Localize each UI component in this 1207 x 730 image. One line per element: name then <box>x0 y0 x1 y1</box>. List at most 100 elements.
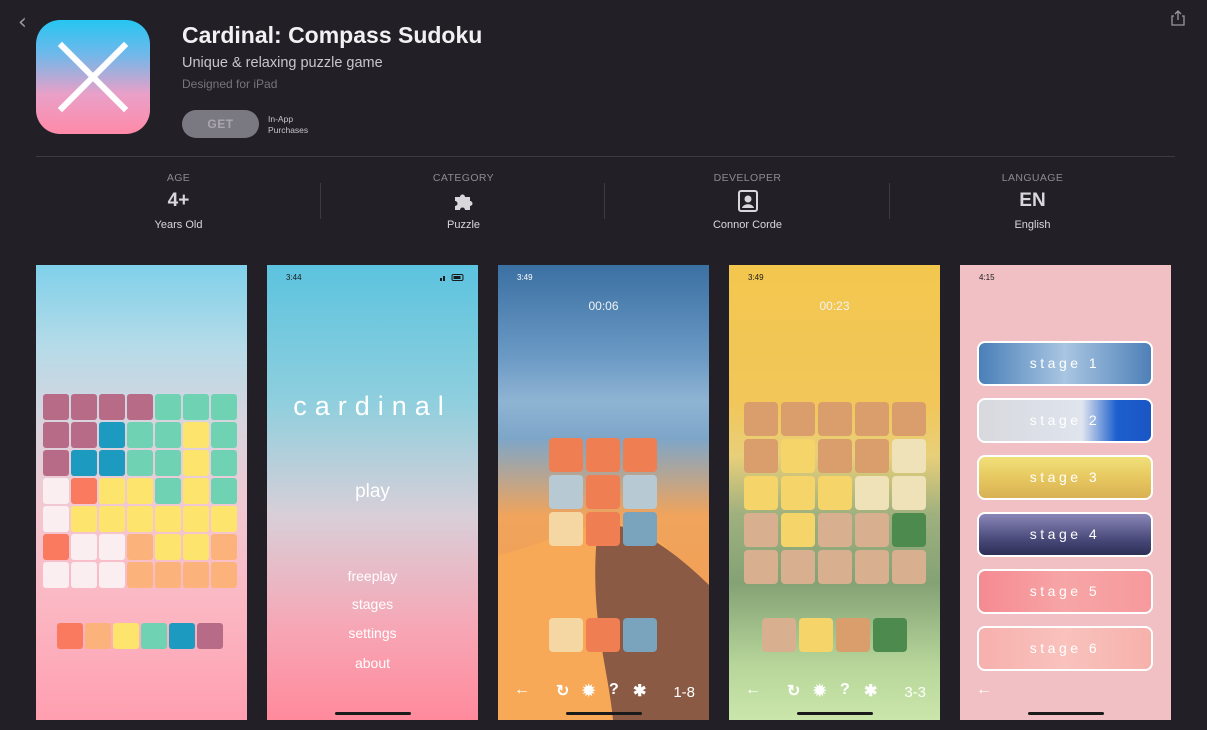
grid-cell[interactable] <box>892 439 926 473</box>
grid-cell[interactable] <box>71 394 97 420</box>
grid-cell[interactable] <box>155 422 181 448</box>
grid-cell[interactable] <box>71 506 97 532</box>
settings-gear-icon[interactable]: ✱ <box>864 681 877 701</box>
grid-cell[interactable] <box>855 550 889 584</box>
grid-cell[interactable] <box>818 476 852 510</box>
grid-cell[interactable] <box>855 513 889 547</box>
grid-cell[interactable] <box>197 623 223 649</box>
grid-cell[interactable] <box>623 618 657 652</box>
grid-cell[interactable] <box>855 439 889 473</box>
grid-cell[interactable] <box>43 534 69 560</box>
grid-cell[interactable] <box>211 394 237 420</box>
stage-5-button[interactable]: stage 5 <box>977 569 1153 614</box>
menu-settings[interactable]: settings <box>267 625 478 641</box>
grid-cell[interactable] <box>183 562 209 588</box>
grid-cell[interactable] <box>57 623 83 649</box>
grid-cell[interactable] <box>43 562 69 588</box>
grid-cell[interactable] <box>183 394 209 420</box>
screenshot-3[interactable]: 3:49 00:06 ← ↻ ✹ ? ✱ 1-8 <box>498 265 709 720</box>
grid-cell[interactable] <box>855 476 889 510</box>
grid-cell[interactable] <box>623 475 657 509</box>
grid-cell[interactable] <box>71 422 97 448</box>
screenshot-4[interactable]: 3:49 00:23 ← ↻ ✹ ? ✱ 3-3 <box>729 265 940 720</box>
grid-cell[interactable] <box>744 476 778 510</box>
share-icon[interactable] <box>1171 10 1185 26</box>
grid-cell[interactable] <box>127 534 153 560</box>
grid-cell[interactable] <box>586 512 620 546</box>
menu-freeplay[interactable]: freeplay <box>267 568 478 584</box>
get-button[interactable]: GET <box>182 110 259 138</box>
grid-cell[interactable] <box>183 450 209 476</box>
grid-cell[interactable] <box>211 534 237 560</box>
grid-cell[interactable] <box>781 476 815 510</box>
grid-cell[interactable] <box>71 478 97 504</box>
grid-cell[interactable] <box>781 439 815 473</box>
grid-cell[interactable] <box>141 623 167 649</box>
grid-cell[interactable] <box>99 478 125 504</box>
grid-cell[interactable] <box>85 623 111 649</box>
grid-cell[interactable] <box>211 478 237 504</box>
grid-cell[interactable] <box>71 534 97 560</box>
grid-cell[interactable] <box>211 450 237 476</box>
grid-cell[interactable] <box>99 506 125 532</box>
grid-cell[interactable] <box>818 402 852 436</box>
grid-cell[interactable] <box>113 623 139 649</box>
grid-cell[interactable] <box>183 534 209 560</box>
grid-cell[interactable] <box>623 438 657 472</box>
grid-cell[interactable] <box>169 623 195 649</box>
grid-cell[interactable] <box>744 513 778 547</box>
stage-2-button[interactable]: stage 2 <box>977 398 1153 443</box>
grid-cell[interactable] <box>183 478 209 504</box>
grid-cell[interactable] <box>549 618 583 652</box>
screenshot-2[interactable]: 3:44 cardinal play freeplay stages setti… <box>267 265 478 720</box>
grid-cell[interactable] <box>762 618 796 652</box>
grid-cell[interactable] <box>549 475 583 509</box>
grid-cell[interactable] <box>744 439 778 473</box>
grid-cell[interactable] <box>892 476 926 510</box>
stage-6-button[interactable]: stage 6 <box>977 626 1153 671</box>
grid-cell[interactable] <box>781 550 815 584</box>
grid-cell[interactable] <box>155 394 181 420</box>
grid-cell[interactable] <box>99 394 125 420</box>
play-button[interactable]: play <box>267 481 478 503</box>
grid-cell[interactable] <box>99 422 125 448</box>
grid-cell[interactable] <box>43 422 69 448</box>
grid-cell[interactable] <box>127 394 153 420</box>
grid-cell[interactable] <box>623 512 657 546</box>
grid-cell[interactable] <box>549 438 583 472</box>
grid-cell[interactable] <box>892 513 926 547</box>
grid-cell[interactable] <box>183 422 209 448</box>
hint-bulb-icon[interactable]: ✹ <box>582 681 595 701</box>
stage-4-button[interactable]: stage 4 <box>977 512 1153 557</box>
back-arrow-icon[interactable]: ← <box>514 681 530 699</box>
grid-cell[interactable] <box>818 439 852 473</box>
screenshot-5[interactable]: 4:15 stage 1 stage 2 stage 3 stage 4 sta… <box>960 265 1171 720</box>
grid-cell[interactable] <box>155 450 181 476</box>
grid-cell[interactable] <box>155 534 181 560</box>
grid-cell[interactable] <box>873 618 907 652</box>
grid-cell[interactable] <box>43 394 69 420</box>
grid-cell[interactable] <box>127 562 153 588</box>
grid-cell[interactable] <box>744 402 778 436</box>
menu-about[interactable]: about <box>267 655 478 671</box>
grid-cell[interactable] <box>892 550 926 584</box>
grid-cell[interactable] <box>892 402 926 436</box>
grid-cell[interactable] <box>799 618 833 652</box>
grid-cell[interactable] <box>818 513 852 547</box>
grid-cell[interactable] <box>127 506 153 532</box>
back-arrow-icon[interactable]: ← <box>745 681 761 699</box>
hint-bulb-icon[interactable]: ✹ <box>813 681 826 701</box>
grid-cell[interactable] <box>71 450 97 476</box>
grid-cell[interactable] <box>818 550 852 584</box>
grid-cell[interactable] <box>586 618 620 652</box>
grid-cell[interactable] <box>836 618 870 652</box>
grid-cell[interactable] <box>781 513 815 547</box>
grid-cell[interactable] <box>211 562 237 588</box>
restart-icon[interactable]: ↻ <box>556 681 569 701</box>
help-icon[interactable]: ? <box>609 681 619 699</box>
grid-cell[interactable] <box>99 562 125 588</box>
back-arrow-icon[interactable]: ← <box>976 681 992 699</box>
grid-cell[interactable] <box>855 402 889 436</box>
grid-cell[interactable] <box>127 422 153 448</box>
grid-cell[interactable] <box>211 506 237 532</box>
